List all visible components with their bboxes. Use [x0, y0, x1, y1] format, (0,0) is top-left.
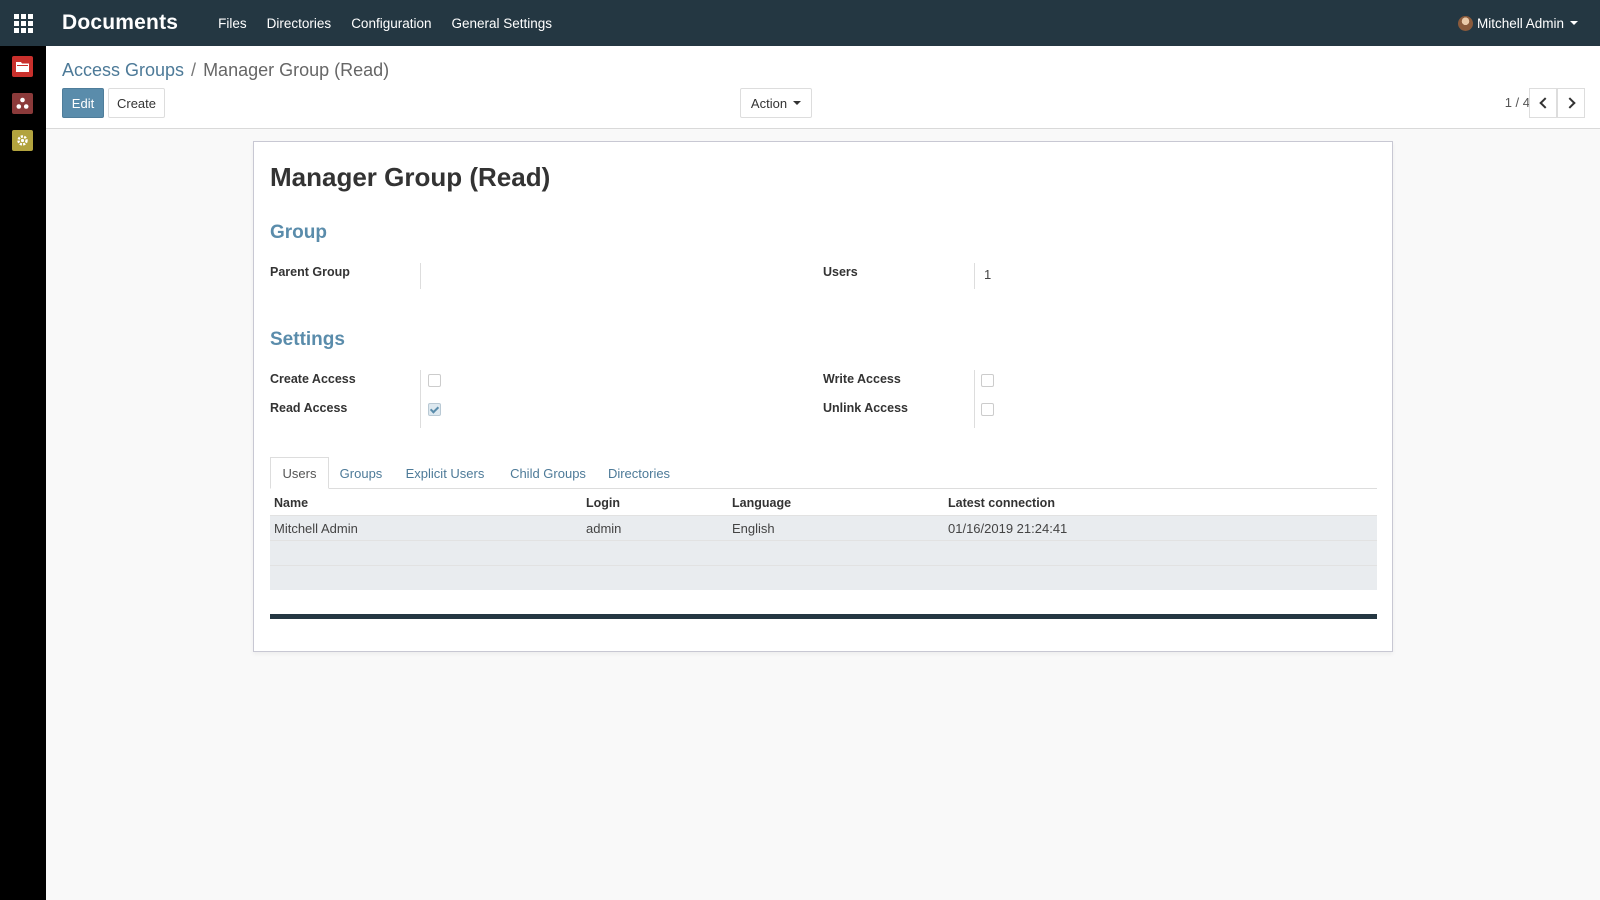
pager-previous-button[interactable] [1529, 88, 1557, 118]
table-row[interactable]: Mitchell Admin admin English 01/16/2019 … [270, 515, 1377, 540]
cell-latest-connection: 01/16/2019 21:24:41 [948, 521, 1068, 536]
form-sheet: Manager Group (Read) Group Parent Group … [253, 141, 1393, 652]
pager-value: 1 / 4 [1504, 95, 1530, 110]
tab-groups[interactable]: Groups [333, 457, 389, 489]
table-header: Name Login Language Latest connection [270, 491, 1377, 515]
users-label: Users [823, 265, 858, 279]
chevron-left-icon [1538, 97, 1551, 109]
record-title: Manager Group (Read) [270, 162, 551, 192]
breadcrumb-separator: / [191, 60, 197, 80]
breadcrumb: Access Groups / Manager Group (Read) [62, 60, 389, 81]
read-access-checkbox[interactable] [428, 403, 441, 416]
column-header-latest-connection[interactable]: Latest connection [948, 496, 1055, 510]
table-footer-bar [270, 614, 1377, 619]
breadcrumb-access-groups[interactable]: Access Groups [62, 60, 184, 80]
pager-next-button[interactable] [1557, 88, 1585, 118]
read-access-label: Read Access [270, 401, 348, 415]
menu-files[interactable]: Files [218, 16, 247, 31]
top-navbar: Documents Files Directories Configuratio… [0, 0, 1600, 46]
field-divider [420, 263, 421, 289]
cell-language: English [732, 521, 775, 536]
cell-login: admin [586, 521, 622, 536]
column-header-login[interactable]: Login [586, 496, 620, 510]
chevron-down-icon [793, 101, 802, 105]
folder-icon[interactable] [12, 56, 33, 77]
action-label: Action [750, 95, 788, 111]
create-button[interactable]: Create [108, 88, 165, 118]
user-avatar [1457, 15, 1473, 31]
app-sidebar [0, 46, 46, 900]
tab-explicit-users[interactable]: Explicit Users [395, 457, 495, 489]
control-panel: Access Groups / Manager Group (Read) Edit … [46, 46, 1600, 129]
notebook-tabs: Users Groups Explicit Users Child Groups… [270, 457, 1377, 489]
users-table: Name Login Language Latest connection Mi… [270, 491, 1377, 590]
chevron-right-icon [1563, 97, 1576, 109]
action-dropdown-button[interactable]: Action [740, 88, 812, 118]
user-menu[interactable]: Mitchell Admin [1457, 0, 1578, 46]
unlink-access-label: Unlink Access [823, 401, 908, 415]
menu-configuration[interactable]: Configuration [351, 16, 431, 31]
apps-menu-button[interactable] [0, 0, 46, 46]
app-brand[interactable]: Documents [62, 11, 178, 35]
cell-name: Mitchell Admin [274, 521, 358, 536]
share-icon[interactable] [12, 93, 33, 114]
edit-button[interactable]: Edit [62, 88, 104, 118]
create-access-checkbox[interactable] [428, 374, 441, 387]
settings-section-title: Settings [270, 329, 345, 350]
write-access-label: Write Access [823, 372, 901, 386]
chevron-down-icon [1570, 21, 1578, 25]
main-menu: Files Directories Configuration General … [218, 16, 572, 31]
field-divider [974, 263, 975, 289]
column-header-language[interactable]: Language [732, 496, 791, 510]
breadcrumb-current: Manager Group (Read) [203, 60, 390, 80]
users-count-value: 1 [984, 267, 992, 282]
menu-general-settings[interactable]: General Settings [452, 16, 553, 31]
tab-child-groups[interactable]: Child Groups [503, 457, 593, 489]
apps-grid-icon [13, 13, 33, 33]
tab-directories[interactable]: Directories [601, 457, 677, 489]
field-divider [420, 370, 421, 428]
parent-group-label: Parent Group [270, 265, 350, 279]
write-access-checkbox[interactable] [981, 374, 994, 387]
group-section-title: Group [270, 222, 327, 243]
tab-users[interactable]: Users [270, 457, 329, 489]
empty-table-row [270, 565, 1377, 590]
gear-icon[interactable] [12, 130, 33, 151]
field-divider [974, 370, 975, 428]
empty-table-row [270, 540, 1377, 565]
create-access-label: Create Access [270, 372, 356, 386]
user-name: Mitchell Admin [1476, 15, 1564, 31]
menu-directories[interactable]: Directories [267, 16, 332, 31]
column-header-name[interactable]: Name [274, 496, 308, 510]
unlink-access-checkbox[interactable] [981, 403, 994, 416]
